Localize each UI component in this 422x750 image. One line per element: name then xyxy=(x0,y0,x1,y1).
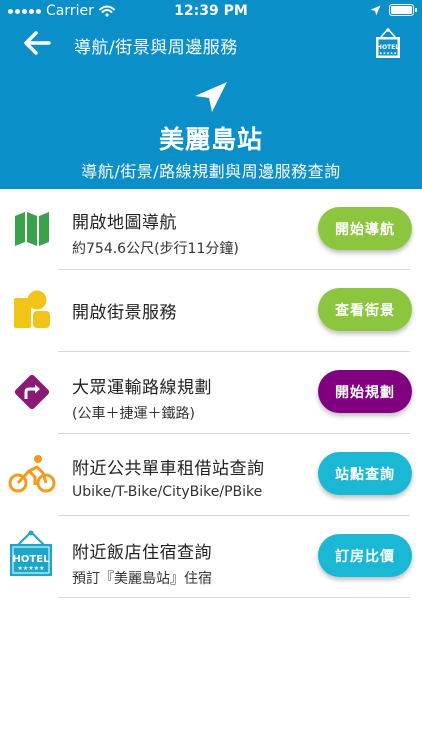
hotel-compare-button[interactable]: 訂房比價 xyxy=(318,534,412,577)
list-item-map-navigation: 開啟地圖導航 約754.6公尺(步行11分鐘) 開始導航 xyxy=(0,189,422,270)
item-title: 附近飯店住宿查詢 xyxy=(72,543,212,563)
item-subtitle: (公車＋捷運＋鐵路) xyxy=(72,406,195,422)
item-title: 開啟街景服務 xyxy=(72,303,177,323)
service-list: 開啟地圖導航 約754.6公尺(步行11分鐘) 開始導航 開啟街景服務 查看街景 xyxy=(0,189,422,598)
navigation-arrow-icon xyxy=(195,82,227,112)
svg-text:★★★★★: ★★★★★ xyxy=(18,565,45,572)
item-subtitle: 約754.6公尺(步行11分鐘) xyxy=(72,241,239,257)
nav-title: 導航/街景與周邊服務 xyxy=(74,38,238,58)
street-view-icon xyxy=(10,288,54,332)
list-item-street-view: 開啟街景服務 查看街景 xyxy=(0,270,422,352)
item-subtitle: 預訂『美麗島站』住宿 xyxy=(72,571,212,587)
start-navigation-button[interactable]: 開始導航 xyxy=(318,207,412,250)
status-time: 12:39 PM xyxy=(174,3,248,19)
hotel-badge-label: HOTEL xyxy=(13,554,51,565)
back-button[interactable] xyxy=(22,30,52,56)
item-title: 開啟地圖導航 xyxy=(72,213,177,233)
hotel-icon: HOTEL ★★★★★ xyxy=(8,530,54,578)
status-bar: Carrier 12:39 PM xyxy=(0,0,422,22)
svg-text:★★★★★: ★★★★★ xyxy=(379,51,397,56)
list-item-hotel-search: HOTEL ★★★★★ 附近飯店住宿查詢 預訂『美麗島站』住宿 訂房比價 xyxy=(0,516,422,598)
route-sign-icon xyxy=(10,370,54,414)
hotel-sign-icon[interactable]: HOTEL ★★★★★ xyxy=(374,28,402,60)
item-subtitle: Ubike/T-Bike/CityBike/PBike xyxy=(72,484,263,500)
start-planning-button[interactable]: 開始規劃 xyxy=(318,370,412,413)
list-item-route-planning: 大眾運輸路線規劃 (公車＋捷運＋鐵路) 開始規劃 xyxy=(0,352,422,434)
battery-icon xyxy=(389,4,417,16)
list-item-bike-stations: 附近公共單車租借站查詢 Ubike/T-Bike/CityBike/PBike … xyxy=(0,434,422,516)
header: Carrier 12:39 PM 導航/街景與周邊服務 HOTEL ★★★★★ xyxy=(0,0,422,189)
item-title: 附近公共單車租借站查詢 xyxy=(72,459,265,479)
station-name: 美麗島站 xyxy=(158,125,263,154)
item-title: 大眾運輸路線規劃 xyxy=(72,378,212,398)
location-arrow-icon xyxy=(370,4,381,16)
nav-bar: 導航/街景與周邊服務 HOTEL ★★★★★ xyxy=(0,22,422,66)
hero-subtitle: 導航/街景/路線規劃與周邊服務查詢 xyxy=(81,162,341,181)
bicycle-icon xyxy=(8,452,56,496)
divider xyxy=(58,597,410,598)
station-search-button[interactable]: 站點查詢 xyxy=(318,452,412,495)
map-icon xyxy=(10,207,54,251)
view-street-button[interactable]: 查看街景 xyxy=(318,288,412,331)
